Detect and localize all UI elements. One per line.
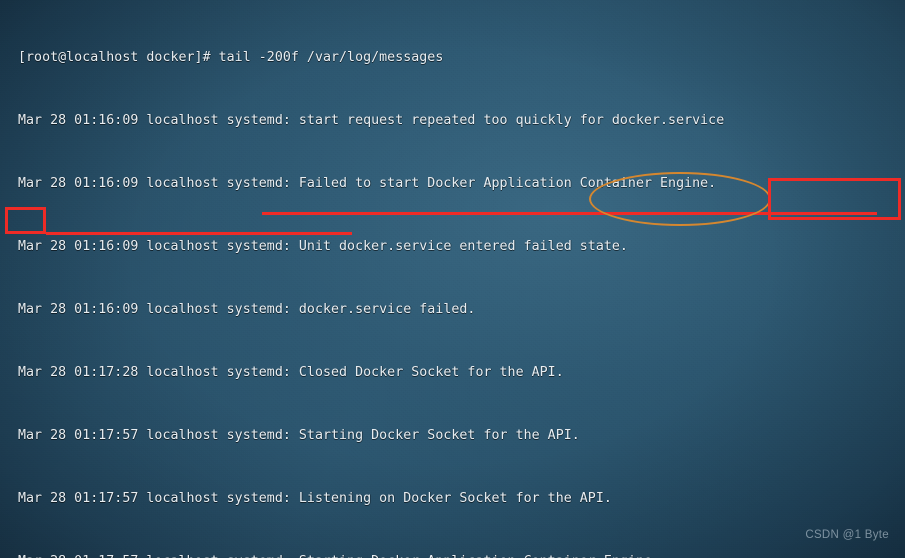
log-line: Mar 28 01:17:57 localhost systemd: Start… [18,428,580,443]
log-output: [root@localhost docker]# tail -200f /var… [18,5,905,558]
log-line: Mar 28 01:17:57 localhost systemd: Start… [18,551,905,558]
log-line: Mar 28 01:16:09 localhost systemd: Unit … [18,239,628,254]
terminal-prompt-line: [root@localhost docker]# tail -200f /var… [18,50,444,65]
log-line: Mar 28 01:16:09 localhost systemd: docke… [18,302,476,317]
log-line: Mar 28 01:17:57 localhost systemd: Liste… [18,491,612,506]
log-line: Mar 28 01:17:28 localhost systemd: Close… [18,365,564,380]
terminal-window[interactable]: [root@localhost docker]# tail -200f /var… [0,0,905,558]
log-line: Mar 28 01:16:09 localhost systemd: start… [18,113,725,128]
log-line: Mar 28 01:16:09 localhost systemd: Faile… [18,176,717,191]
watermark-label: CSDN @1 Byte [805,529,889,541]
